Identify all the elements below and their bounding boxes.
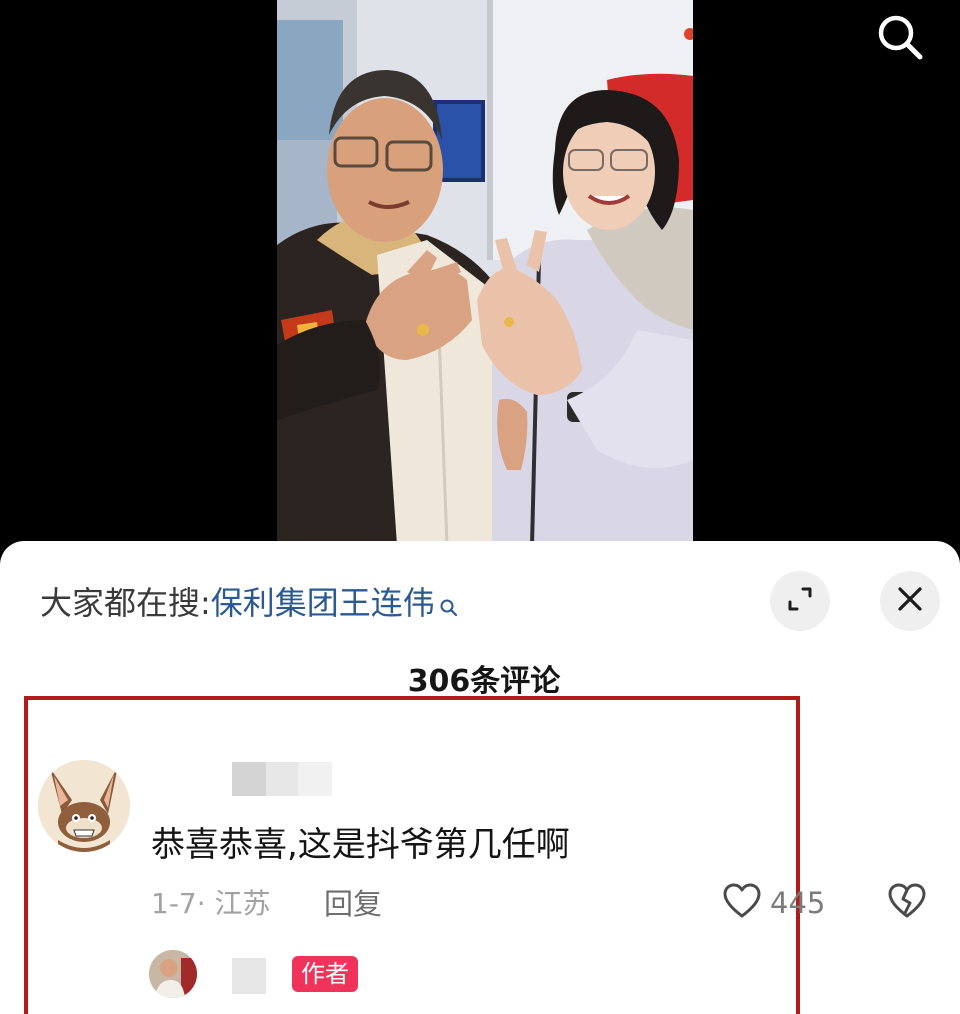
expand-button[interactable] [770, 571, 830, 631]
reply-button[interactable]: 回复 [324, 884, 382, 924]
search-icon [872, 10, 928, 70]
author-name-redacted [232, 958, 266, 994]
dislike-button[interactable] [884, 880, 930, 926]
hot-search-term[interactable]: 保利集团王连伟 [211, 584, 435, 622]
expand-icon [785, 584, 815, 618]
hot-search-bar[interactable]: 大家都在搜:保利集团王连伟 [40, 581, 459, 629]
search-button[interactable] [868, 10, 932, 70]
search-icon [439, 585, 459, 629]
heart-outline-icon [722, 882, 762, 924]
video-still-image [277, 0, 693, 545]
close-button[interactable] [880, 571, 940, 631]
like-button[interactable]: 445 [722, 881, 825, 925]
like-count: 445 [770, 886, 826, 920]
broken-heart-icon [887, 882, 927, 924]
comment-text: 恭喜恭喜,这是抖爷第几任啊 [151, 825, 570, 865]
hot-search-prefix: 大家都在搜: [40, 584, 211, 622]
close-icon [896, 585, 924, 617]
app-viewport: 大家都在搜:保利集团王连伟 306条评论 恭喜恭喜,这是抖爷第几任啊 1-7· … [0, 0, 960, 1014]
author-avatar[interactable] [149, 950, 197, 998]
author-badge: 作者 [292, 956, 358, 992]
video-frame[interactable] [277, 0, 693, 545]
comment-meta: 1-7· 江苏 [151, 887, 271, 920]
avatar[interactable] [38, 760, 130, 852]
video-player[interactable] [0, 0, 960, 545]
username-redacted [232, 762, 332, 796]
